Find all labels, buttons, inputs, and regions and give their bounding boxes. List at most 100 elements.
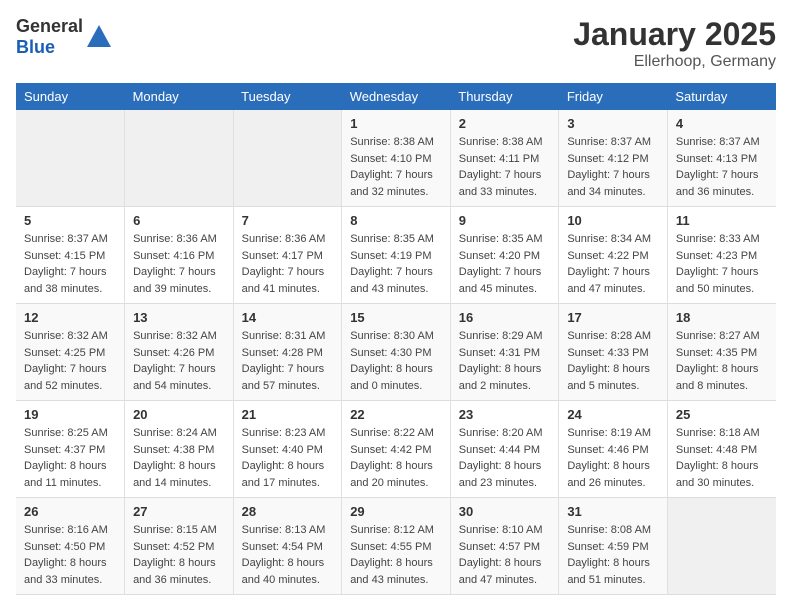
calendar-cell: 27 Sunrise: 8:15 AMSunset: 4:52 PMDayligh…: [125, 498, 234, 595]
weekday-header-monday: Monday: [125, 83, 234, 110]
page-title: January 2025: [573, 16, 776, 53]
calendar-cell: 12Sunrise: 8:32 AMSunset: 4:25 PMDayligh…: [16, 304, 125, 401]
day-number: 15: [350, 310, 442, 325]
calendar-cell: 2 Sunrise: 8:38 AMSunset: 4:11 PMDaylight…: [450, 110, 559, 207]
day-info: Sunrise: 8:10 AMSunset: 4:57 PMDaylight:…: [459, 522, 551, 588]
day-number: 13: [133, 310, 225, 325]
day-number: 19: [24, 407, 116, 422]
day-info: Sunrise: 8:12 AMSunset: 4:55 PMDaylight:…: [350, 522, 442, 588]
day-number: 12: [24, 310, 116, 325]
day-info: Sunrise: 8:33 AMSunset: 4:23 PMDaylight:…: [676, 231, 768, 297]
day-number: 16: [459, 310, 551, 325]
calendar-cell: 26Sunrise: 8:16 AMSunset: 4:50 PMDayligh…: [16, 498, 125, 595]
day-info: Sunrise: 8:19 AMSunset: 4:46 PMDaylight:…: [567, 425, 659, 491]
day-number: 7: [242, 213, 334, 228]
day-info: Sunrise: 8:20 AMSunset: 4:44 PMDaylight:…: [459, 425, 551, 491]
day-number: 27: [133, 504, 225, 519]
calendar-cell: 7 Sunrise: 8:36 AMSunset: 4:17 PMDaylight…: [233, 207, 342, 304]
day-info: Sunrise: 8:31 AMSunset: 4:28 PMDaylight:…: [242, 328, 334, 394]
day-info: Sunrise: 8:08 AMSunset: 4:59 PMDaylight:…: [567, 522, 659, 588]
calendar-cell: 14 Sunrise: 8:31 AMSunset: 4:28 PMDayligh…: [233, 304, 342, 401]
day-number: 4: [676, 116, 768, 131]
calendar-cell: 31 Sunrise: 8:08 AMSunset: 4:59 PMDayligh…: [559, 498, 668, 595]
calendar-table: SundayMondayTuesdayWednesdayThursdayFrid…: [16, 83, 776, 595]
page-subtitle: Ellerhoop, Germany: [573, 53, 776, 71]
day-info: Sunrise: 8:29 AMSunset: 4:31 PMDaylight:…: [459, 328, 551, 394]
day-info: Sunrise: 8:35 AMSunset: 4:20 PMDaylight:…: [459, 231, 551, 297]
calendar-cell: [233, 110, 342, 207]
day-number: 30: [459, 504, 551, 519]
logo-blue-text: Blue: [16, 37, 55, 57]
day-number: 22: [350, 407, 442, 422]
calendar-week-3: 12Sunrise: 8:32 AMSunset: 4:25 PMDayligh…: [16, 304, 776, 401]
weekday-header-sunday: Sunday: [16, 83, 125, 110]
day-number: 29: [350, 504, 442, 519]
calendar-cell: 15 Sunrise: 8:30 AMSunset: 4:30 PMDayligh…: [342, 304, 451, 401]
calendar-cell: 28 Sunrise: 8:13 AMSunset: 4:54 PMDayligh…: [233, 498, 342, 595]
calendar-cell: 13Sunrise: 8:32 AMSunset: 4:26 PMDayligh…: [125, 304, 234, 401]
day-info: Sunrise: 8:28 AMSunset: 4:33 PMDaylight:…: [567, 328, 659, 394]
day-number: 17: [567, 310, 659, 325]
calendar-cell: 17 Sunrise: 8:28 AMSunset: 4:33 PMDayligh…: [559, 304, 668, 401]
day-number: 5: [24, 213, 116, 228]
calendar-week-2: 5 Sunrise: 8:37 AMSunset: 4:15 PMDaylight…: [16, 207, 776, 304]
calendar-week-5: 26Sunrise: 8:16 AMSunset: 4:50 PMDayligh…: [16, 498, 776, 595]
day-number: 21: [242, 407, 334, 422]
calendar-cell: 30 Sunrise: 8:10 AMSunset: 4:57 PMDayligh…: [450, 498, 559, 595]
day-info: Sunrise: 8:23 AMSunset: 4:40 PMDaylight:…: [242, 425, 334, 491]
day-info: Sunrise: 8:15 AMSunset: 4:52 PMDaylight:…: [133, 522, 225, 588]
day-info: Sunrise: 8:25 AMSunset: 4:37 PMDaylight:…: [24, 425, 116, 491]
calendar-cell: [16, 110, 125, 207]
day-info: Sunrise: 8:36 AMSunset: 4:16 PMDaylight:…: [133, 231, 225, 297]
day-info: Sunrise: 8:34 AMSunset: 4:22 PMDaylight:…: [567, 231, 659, 297]
day-number: 31: [567, 504, 659, 519]
day-number: 6: [133, 213, 225, 228]
logo: General Blue: [16, 16, 113, 58]
day-info: Sunrise: 8:37 AMSunset: 4:13 PMDaylight:…: [676, 134, 768, 200]
calendar-cell: 4 Sunrise: 8:37 AMSunset: 4:13 PMDaylight…: [667, 110, 776, 207]
day-info: Sunrise: 8:36 AMSunset: 4:17 PMDaylight:…: [242, 231, 334, 297]
day-number: 28: [242, 504, 334, 519]
day-info: Sunrise: 8:37 AMSunset: 4:15 PMDaylight:…: [24, 231, 116, 297]
header: General Blue January 2025 Ellerhoop, Ger…: [16, 16, 776, 71]
calendar-cell: 5 Sunrise: 8:37 AMSunset: 4:15 PMDaylight…: [16, 207, 125, 304]
day-info: Sunrise: 8:38 AMSunset: 4:11 PMDaylight:…: [459, 134, 551, 200]
day-number: 18: [676, 310, 768, 325]
calendar-cell: 8Sunrise: 8:35 AMSunset: 4:19 PMDaylight…: [342, 207, 451, 304]
weekday-header-wednesday: Wednesday: [342, 83, 451, 110]
day-number: 8: [350, 213, 442, 228]
day-number: 3: [567, 116, 659, 131]
day-info: Sunrise: 8:27 AMSunset: 4:35 PMDaylight:…: [676, 328, 768, 394]
calendar-cell: 11Sunrise: 8:33 AMSunset: 4:23 PMDayligh…: [667, 207, 776, 304]
day-number: 9: [459, 213, 551, 228]
day-number: 24: [567, 407, 659, 422]
logo-general-text: General: [16, 16, 83, 36]
day-number: 23: [459, 407, 551, 422]
calendar-cell: 20Sunrise: 8:24 AMSunset: 4:38 PMDayligh…: [125, 401, 234, 498]
calendar-cell: 6 Sunrise: 8:36 AMSunset: 4:16 PMDaylight…: [125, 207, 234, 304]
calendar-cell: 3 Sunrise: 8:37 AMSunset: 4:12 PMDaylight…: [559, 110, 668, 207]
day-info: Sunrise: 8:13 AMSunset: 4:54 PMDaylight:…: [242, 522, 334, 588]
calendar-cell: 21 Sunrise: 8:23 AMSunset: 4:40 PMDayligh…: [233, 401, 342, 498]
calendar-cell: 16 Sunrise: 8:29 AMSunset: 4:31 PMDayligh…: [450, 304, 559, 401]
day-number: 1: [350, 116, 442, 131]
calendar-cell: 9 Sunrise: 8:35 AMSunset: 4:20 PMDaylight…: [450, 207, 559, 304]
weekday-header-tuesday: Tuesday: [233, 83, 342, 110]
day-number: 26: [24, 504, 116, 519]
calendar-cell: 23 Sunrise: 8:20 AMSunset: 4:44 PMDayligh…: [450, 401, 559, 498]
calendar-cell: [125, 110, 234, 207]
calendar-cell: [667, 498, 776, 595]
calendar-cell: 18 Sunrise: 8:27 AMSunset: 4:35 PMDayligh…: [667, 304, 776, 401]
calendar-cell: 10 Sunrise: 8:34 AMSunset: 4:22 PMDayligh…: [559, 207, 668, 304]
day-info: Sunrise: 8:38 AMSunset: 4:10 PMDaylight:…: [350, 134, 442, 200]
calendar-cell: 29 Sunrise: 8:12 AMSunset: 4:55 PMDayligh…: [342, 498, 451, 595]
calendar-cell: 22Sunrise: 8:22 AMSunset: 4:42 PMDayligh…: [342, 401, 451, 498]
day-number: 10: [567, 213, 659, 228]
day-info: Sunrise: 8:18 AMSunset: 4:48 PMDaylight:…: [676, 425, 768, 491]
day-info: Sunrise: 8:37 AMSunset: 4:12 PMDaylight:…: [567, 134, 659, 200]
day-info: Sunrise: 8:30 AMSunset: 4:30 PMDaylight:…: [350, 328, 442, 394]
weekday-header-thursday: Thursday: [450, 83, 559, 110]
day-number: 2: [459, 116, 551, 131]
day-number: 14: [242, 310, 334, 325]
calendar-cell: 25Sunrise: 8:18 AMSunset: 4:48 PMDayligh…: [667, 401, 776, 498]
